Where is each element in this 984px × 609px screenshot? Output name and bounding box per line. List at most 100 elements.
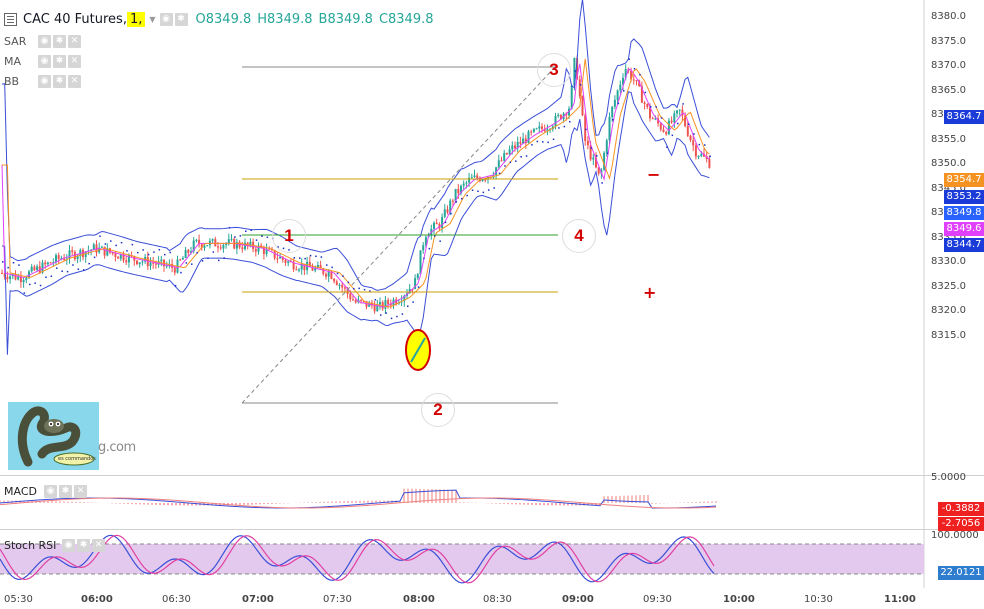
candle-body	[211, 239, 214, 241]
eye-icon[interactable]: ◉	[159, 12, 173, 26]
dropdown-caret-icon[interactable]: ▼	[149, 15, 155, 24]
gear-icon[interactable]: ✱	[174, 12, 188, 26]
price-tick-label: 8320.0	[931, 305, 966, 316]
sar-dot	[380, 314, 382, 316]
sar-dot	[482, 191, 485, 194]
collapse-icon[interactable]	[4, 12, 17, 26]
sar-label[interactable]: SAR	[4, 35, 38, 48]
sar-dot	[660, 117, 663, 119]
candle-body	[584, 115, 587, 141]
gear-icon[interactable]: ✱	[53, 74, 66, 88]
candle-body	[443, 209, 446, 217]
sar-dot	[558, 127, 560, 129]
sar-dot	[633, 68, 636, 70]
time-tick-label: 07:30	[323, 594, 352, 605]
sar-dot	[628, 58, 630, 60]
time-axis[interactable]: 05:30 06:00 06:30 07:00 07:30 08:00 08:30 09:00…	[0, 588, 924, 609]
candle-body	[697, 156, 700, 158]
stoch-label[interactable]: Stoch RSI	[4, 539, 62, 552]
macd-pane[interactable]	[0, 476, 984, 530]
logo-bubble-text: es commandos	[58, 456, 96, 462]
time-tick-label: 06:30	[162, 594, 191, 605]
close-icon[interactable]: ✕	[68, 54, 81, 68]
candle-body	[535, 128, 538, 130]
sar-dot	[191, 263, 193, 265]
stoch-svg	[0, 530, 925, 588]
macd-label[interactable]: MACD	[4, 485, 44, 498]
candle-body	[352, 299, 354, 301]
ma-fast	[1, 63, 710, 308]
close-icon[interactable]: ✕	[92, 538, 105, 552]
candle-body	[470, 177, 473, 179]
sar-dot	[336, 272, 339, 275]
close-icon[interactable]: ✕	[74, 484, 87, 498]
gear-icon[interactable]: ✱	[77, 538, 90, 552]
sar-dot	[504, 165, 506, 167]
marker-1: 1	[272, 219, 306, 253]
sar-dot	[331, 266, 333, 269]
plus-marker: +	[643, 283, 656, 302]
sar-dot	[39, 284, 42, 287]
main-chart-pane[interactable]: + −	[0, 0, 984, 476]
price-tick-label: 8365.0	[931, 84, 966, 96]
eye-icon[interactable]: ◉	[38, 74, 51, 88]
sar-dot	[671, 134, 674, 137]
candle-body	[206, 245, 209, 247]
sar-dot	[682, 103, 684, 105]
eye-icon[interactable]: ◉	[62, 538, 75, 552]
sar-dot	[407, 305, 409, 307]
price-tick-label: 8375.0	[931, 35, 966, 47]
gear-icon[interactable]: ✱	[59, 484, 72, 498]
eye-icon[interactable]: ◉	[38, 34, 51, 48]
indicator-sar: SAR ◉ ✱ ✕	[4, 32, 83, 50]
close-value: C8349.8	[378, 11, 434, 27]
candle-body	[284, 259, 287, 263]
eye-icon[interactable]: ◉	[44, 484, 57, 498]
close-icon[interactable]: ✕	[68, 74, 81, 88]
sar-dot	[142, 249, 144, 251]
sar-dot	[698, 143, 701, 146]
candle-body	[416, 274, 419, 279]
candle-body	[327, 272, 330, 277]
minus-marker: −	[647, 165, 660, 184]
stoch-rsi-pane[interactable]	[0, 530, 984, 588]
marker-2: 2	[421, 393, 455, 427]
candle-body	[46, 262, 49, 265]
ma-label[interactable]: MA	[4, 55, 38, 68]
candle-body	[179, 259, 182, 261]
sar-dot	[147, 253, 150, 256]
price-tick-label: 8370.0	[931, 60, 966, 71]
sar-dot	[390, 317, 393, 320]
sar-dot	[309, 254, 312, 257]
symbol-name[interactable]: CAC 40 Futures	[23, 12, 123, 27]
time-tick-label: 10:30	[804, 594, 833, 605]
gear-icon[interactable]: ✱	[53, 54, 66, 68]
gear-icon[interactable]: ✱	[53, 34, 66, 48]
bb-label[interactable]: BB	[4, 75, 38, 88]
candle-body	[343, 287, 346, 289]
price-tag: 8349.8	[944, 206, 984, 220]
candle-body	[230, 238, 233, 240]
candle-body	[136, 260, 138, 265]
price-chart-svg[interactable]: +−	[0, 0, 984, 476]
candle-body	[287, 261, 290, 263]
candle-body	[33, 266, 36, 271]
interval-highlight[interactable]: 1,	[126, 11, 146, 27]
indicator-bb: BB ◉ ✱ ✕	[4, 72, 83, 90]
price-tick-label: 8355.0	[931, 133, 966, 145]
time-tick-label: 09:30	[643, 594, 672, 605]
candle-body	[379, 302, 381, 305]
candle-body	[1, 272, 3, 274]
eye-icon[interactable]: ◉	[38, 54, 51, 68]
sar-dot	[66, 270, 69, 273]
candle-body	[541, 126, 543, 129]
candle-body	[149, 262, 152, 267]
close-icon[interactable]: ✕	[68, 34, 81, 48]
sar-dot	[687, 123, 690, 126]
candle-body	[473, 175, 476, 178]
candle-body	[662, 129, 665, 132]
candle-body	[619, 84, 622, 91]
candle-body	[254, 248, 257, 252]
sar-dot	[612, 119, 614, 121]
sar-dot	[137, 251, 139, 254]
